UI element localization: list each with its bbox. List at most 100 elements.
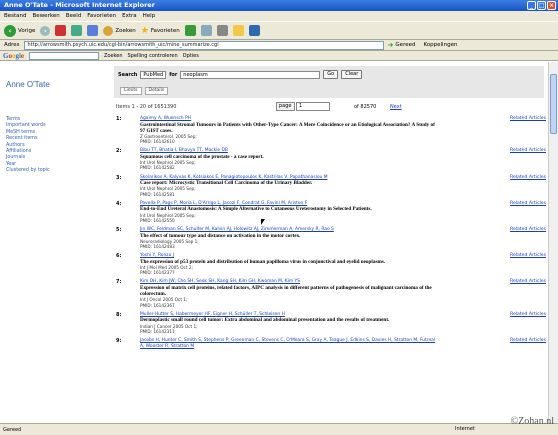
- clear-button[interactable]: Clear: [341, 70, 363, 79]
- minimize-button[interactable]: _: [527, 1, 536, 10]
- search-button[interactable]: Zoeken: [103, 25, 136, 36]
- forward-arrow-icon[interactable]: ›: [40, 25, 51, 36]
- spellcheck-button[interactable]: Spelling controleren: [128, 53, 178, 59]
- related-articles-link[interactable]: Related Articles: [510, 312, 546, 317]
- home-icon[interactable]: [87, 25, 99, 36]
- links-button[interactable]: Koppelingen: [423, 42, 457, 48]
- list-item: 2: Related Articles Bibu TT, Bhatia I, B…: [116, 148, 546, 170]
- result-title: Gastrointestinal Stromal Tumours in Pati…: [140, 121, 435, 134]
- related-articles-link[interactable]: Related Articles: [510, 148, 546, 153]
- window-titlebar: Anne O'Tate - Microsoft Internet Explore…: [0, 0, 558, 11]
- menu-bar: Bestand Bewerken Beeld Favorieten Extra …: [0, 11, 558, 21]
- stop-icon[interactable]: [55, 25, 67, 36]
- google-search-input[interactable]: [29, 51, 100, 60]
- menu-file[interactable]: Bestand: [4, 11, 27, 21]
- limits-tab[interactable]: Limits: [120, 87, 142, 95]
- result-pmid: PMID: 16142610: [140, 139, 175, 145]
- related-articles-link[interactable]: Related Articles: [510, 227, 546, 232]
- related-articles-link[interactable]: Related Articles: [510, 175, 546, 180]
- page-content: Anne O'Tate Terms Important words MeSH t…: [0, 62, 548, 423]
- options-button[interactable]: Opties: [183, 53, 199, 59]
- go-arrow-icon: ➜: [387, 41, 394, 49]
- result-number: 2:: [116, 148, 122, 155]
- pagination-bar: Items 1 - 20 of 1651390 page 1 of 82570 …: [116, 102, 546, 112]
- related-articles-link[interactable]: Related Articles: [510, 116, 546, 121]
- list-item: 8: Related Articles Muller-Hutter S, Hab…: [116, 312, 546, 334]
- result-title: Expression of matrix cell proteins, rela…: [140, 285, 432, 298]
- result-number: 8:: [116, 311, 122, 318]
- status-text: Gereed: [3, 426, 22, 433]
- result-number: 9:: [116, 338, 122, 345]
- menu-help[interactable]: Help: [143, 11, 156, 21]
- back-arrow-icon: ‹: [4, 24, 16, 37]
- browser-toolbar: ‹ Vorige › Zoeken ★ Favorieten: [0, 21, 558, 40]
- list-item: 7: Related Articles Kim DH, Kim JW, Cho …: [116, 279, 546, 307]
- result-pmid: PMID: 16142550: [140, 217, 175, 223]
- google-toolbar: Google Zoeken Spelling controleren Optie…: [0, 51, 558, 61]
- result-pmid: PMID: 16142483: [140, 244, 175, 250]
- google-logo: Google: [3, 51, 25, 60]
- result-number: 5:: [116, 227, 122, 234]
- result-pmid: PMID: 16142581: [140, 191, 175, 197]
- database-select[interactable]: PubMed: [140, 70, 167, 79]
- next-page-link[interactable]: Next: [390, 104, 402, 110]
- google-search-button[interactable]: Zoeken: [104, 53, 123, 59]
- folder-icon[interactable]: [232, 25, 244, 36]
- list-item: 6: Related Articles Yoshi Y, Ronzu J The…: [116, 253, 546, 275]
- security-zone: Internet: [455, 426, 475, 432]
- page-total: of 82570: [354, 104, 377, 110]
- go-search-button[interactable]: Go: [323, 70, 339, 79]
- address-input[interactable]: http://arrowsmith.psych.uic.edu/cgi-bin/…: [23, 40, 384, 50]
- list-item: 3: Related Articles Skolarikos A, Kalyva…: [116, 175, 546, 197]
- page-input[interactable]: 1: [296, 102, 330, 111]
- result-number: 1:: [116, 116, 122, 122]
- favorites-button[interactable]: ★ Favorieten: [141, 26, 180, 36]
- sidebar-nav: Terms Important words MeSH terms Recent …: [6, 117, 106, 175]
- result-number: 4:: [116, 200, 122, 207]
- watermark: ©Zohan.nl: [510, 416, 554, 427]
- address-label: Adres: [4, 42, 20, 48]
- page-button[interactable]: page: [276, 102, 295, 111]
- menu-view[interactable]: Beeld: [66, 11, 82, 21]
- vertical-scrollbar[interactable]: [548, 62, 558, 423]
- result-pmid: PMID: 16142311: [140, 328, 175, 334]
- result-number: 6:: [116, 253, 122, 260]
- result-number: 3:: [116, 174, 122, 181]
- close-button[interactable]: ×: [547, 1, 556, 10]
- result-authors[interactable]: Jacobs H, Hunter C, Smith S, Stephens P,…: [140, 338, 440, 349]
- go-label: Gereed: [395, 42, 416, 48]
- list-item: 5: Related Articles Jin WC, Feldman SC, …: [116, 227, 546, 249]
- star-icon: ★: [140, 25, 149, 36]
- items-count: Items 1 - 20 of 1651390: [116, 104, 177, 110]
- maximize-button[interactable]: □: [537, 1, 546, 10]
- print-icon[interactable]: [216, 25, 228, 36]
- window-title: Anne O'Tate - Microsoft Internet Explore…: [4, 1, 155, 9]
- menu-edit[interactable]: Bewerken: [33, 11, 60, 21]
- messenger-icon[interactable]: [248, 25, 260, 36]
- status-bar: Gereed Internet: [0, 423, 558, 435]
- related-articles-link[interactable]: Related Articles: [510, 279, 546, 284]
- details-tab[interactable]: Details: [144, 87, 169, 95]
- mail-icon[interactable]: [200, 25, 212, 36]
- scrollbar-thumb[interactable]: [550, 74, 557, 134]
- related-articles-link[interactable]: Related Articles: [510, 201, 546, 206]
- search-label: Zoeken: [115, 27, 136, 34]
- search-panel: Search PubMed for neoplasm Go Clear Limi…: [114, 66, 544, 98]
- results-list: 1: Related Articles Agaimy A, Wuensch PH…: [116, 116, 546, 353]
- go-button[interactable]: ➜ Gereed: [388, 41, 416, 49]
- result-pmid: PMID: 16142367: [140, 302, 175, 308]
- history-icon[interactable]: [184, 25, 196, 36]
- back-button[interactable]: ‹ Vorige: [4, 24, 36, 37]
- result-pmid: PMID: 16142377: [140, 270, 175, 276]
- search-input[interactable]: neoplasm: [180, 70, 321, 79]
- search-label: Search: [118, 71, 138, 78]
- related-articles-link[interactable]: Related Articles: [510, 338, 546, 343]
- related-articles-link[interactable]: Related Articles: [510, 253, 546, 258]
- menu-favorites[interactable]: Favorieten: [87, 11, 116, 21]
- refresh-icon[interactable]: [71, 25, 83, 36]
- list-item: 1: Related Articles Agaimy A, Wuensch PH…: [116, 116, 546, 144]
- menu-tools[interactable]: Extra: [122, 11, 137, 21]
- sidebar-item-clustered[interactable]: Clustered by topic: [6, 168, 106, 174]
- page-title: Anne O'Tate: [6, 80, 50, 89]
- back-label: Vorige: [18, 27, 36, 34]
